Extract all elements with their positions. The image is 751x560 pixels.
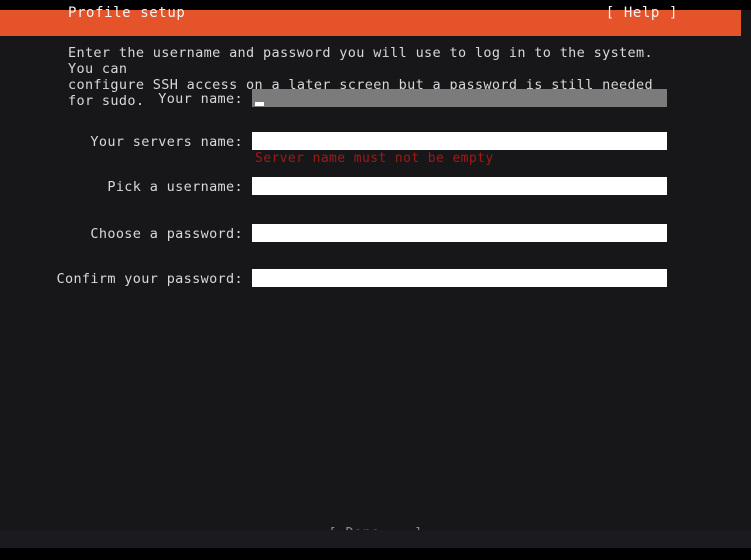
bottom-border xyxy=(0,548,751,560)
confirm-password-label: Confirm your password: xyxy=(56,271,243,287)
your-name-input[interactable] xyxy=(252,89,667,107)
field-row-your-name: Your name: xyxy=(0,89,751,109)
password-label: Choose a password: xyxy=(90,226,243,242)
help-button[interactable]: [ Help ] xyxy=(606,4,678,22)
bottom-band xyxy=(0,530,751,548)
your-name-label: Your name: xyxy=(158,91,243,107)
confirm-password-input[interactable] xyxy=(252,269,667,287)
server-name-label: Your servers name: xyxy=(90,134,243,150)
username-input[interactable] xyxy=(252,177,667,195)
server-name-input[interactable] xyxy=(252,132,667,150)
installer-screen: Profile setup [ Help ] Enter the usernam… xyxy=(0,0,751,560)
field-row-server-name: Your servers name: xyxy=(0,132,751,152)
text-cursor xyxy=(255,102,264,106)
field-row-confirm-password: Confirm your password: xyxy=(0,269,751,289)
password-input[interactable] xyxy=(252,224,667,242)
username-label: Pick a username: xyxy=(107,179,243,195)
field-row-password: Choose a password: xyxy=(0,224,751,244)
field-row-username: Pick a username: xyxy=(0,177,751,197)
page-title: Profile setup xyxy=(68,5,186,21)
server-name-error-message: Server name must not be empty xyxy=(255,151,494,166)
